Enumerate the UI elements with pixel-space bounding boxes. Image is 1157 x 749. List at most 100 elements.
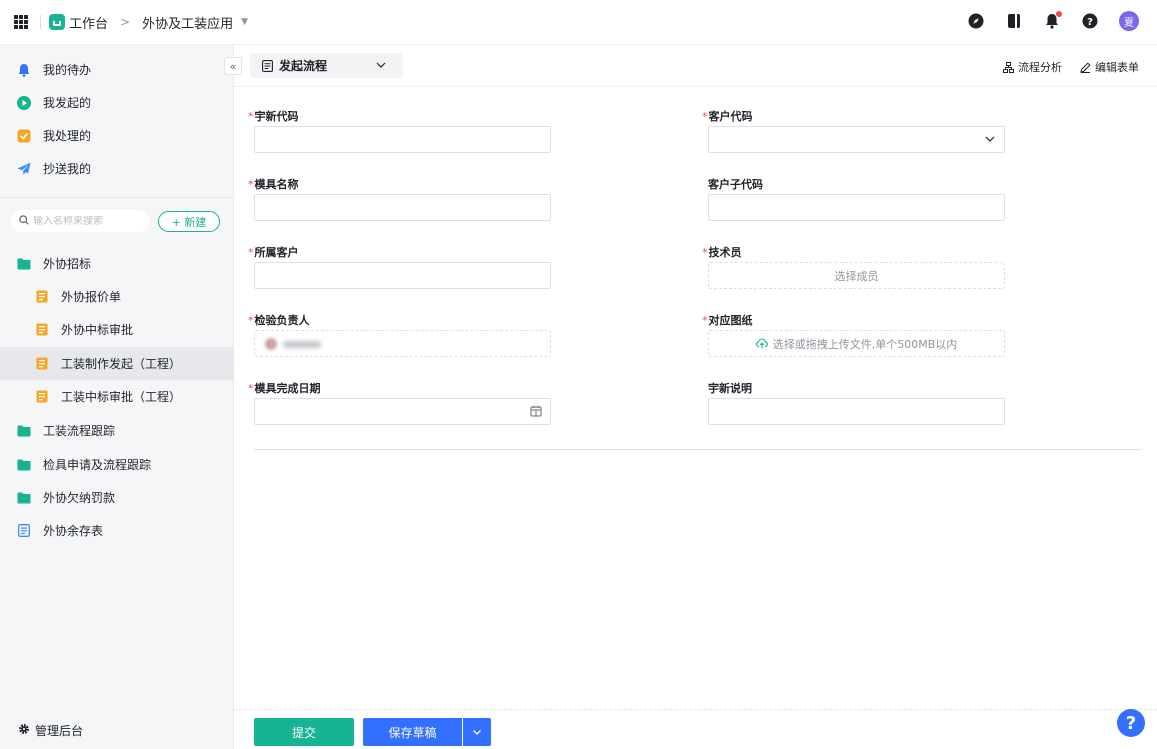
nav-group-gauge-tracking[interactable]: 检具申请及流程跟踪 bbox=[0, 448, 234, 481]
svg-text:?: ? bbox=[1087, 17, 1093, 28]
submit-button[interactable]: 提交 bbox=[254, 718, 354, 746]
flow-analysis-link[interactable]: 流程分析 bbox=[1003, 59, 1062, 75]
admin-console-link[interactable]: 管理后台 bbox=[18, 722, 83, 739]
sidebar-divider bbox=[0, 197, 233, 198]
caret-down-icon[interactable]: ▼ bbox=[241, 17, 248, 27]
nav-cc-to-me[interactable]: 抄送我的 bbox=[0, 152, 234, 185]
nav-label: 工装流程跟踪 bbox=[43, 424, 116, 438]
customer-field[interactable] bbox=[254, 262, 551, 289]
nav-label: 外协报价单 bbox=[61, 290, 122, 304]
chevron-down-icon bbox=[471, 726, 483, 738]
nav-handled-by-me[interactable]: 我处理的 bbox=[0, 119, 234, 152]
admin-label: 管理后台 bbox=[35, 724, 84, 738]
label-text: 宇新代码 bbox=[254, 110, 299, 123]
customer-input[interactable] bbox=[255, 263, 550, 288]
mold-name-input[interactable] bbox=[255, 195, 550, 220]
flow-analysis-label: 流程分析 bbox=[1018, 61, 1062, 74]
nav-group-tooling-tracking[interactable]: 工装流程跟踪 bbox=[0, 414, 234, 447]
member-chip[interactable] bbox=[265, 338, 321, 350]
calendar-icon[interactable] bbox=[530, 405, 542, 420]
notification-dot bbox=[1056, 11, 1062, 17]
search-input[interactable] bbox=[33, 215, 143, 227]
search-icon bbox=[19, 214, 29, 228]
technician-member-picker[interactable]: 选择成员 bbox=[708, 262, 1005, 289]
drawing-upload-area[interactable]: 选择或拖拽上传文件,单个500MB以内 bbox=[708, 330, 1005, 357]
form-toolbar: 发起流程 流程分析 编辑表单 bbox=[234, 45, 1157, 87]
org-chart-icon bbox=[1003, 61, 1014, 73]
required-mark: * bbox=[248, 246, 254, 259]
compass-icon[interactable] bbox=[967, 12, 985, 30]
yuxin-desc-field[interactable] bbox=[708, 398, 1005, 425]
save-draft-button[interactable]: 保存草稿 bbox=[363, 718, 462, 746]
label-customer-code: *客户代码 bbox=[702, 108, 753, 124]
mold-name-field[interactable] bbox=[254, 194, 551, 221]
action-bar: 提交 保存草稿 bbox=[234, 709, 1157, 749]
nav-label: 我发起的 bbox=[43, 96, 92, 110]
edit-form-label: 编辑表单 bbox=[1095, 61, 1139, 74]
form-icon bbox=[35, 357, 49, 371]
nav-outsource-inventory-report[interactable]: 外协余存表 bbox=[0, 514, 234, 547]
form-divider bbox=[254, 449, 1141, 450]
book-icon[interactable] bbox=[1005, 12, 1023, 30]
label-text: 对应图纸 bbox=[708, 314, 753, 327]
nav-outsource-award-approval[interactable]: 外协中标审批 bbox=[0, 313, 234, 346]
breadcrumb-workbench[interactable]: 工作台 bbox=[69, 13, 108, 32]
nav-group-outsource-bidding[interactable]: 外协招标 bbox=[0, 247, 234, 280]
new-button[interactable]: + 新建 bbox=[158, 211, 220, 232]
label-text: 客户代码 bbox=[708, 110, 753, 123]
send-icon bbox=[17, 162, 31, 176]
yuxin-code-field[interactable] bbox=[254, 126, 551, 153]
label-text: 模具名称 bbox=[254, 178, 299, 191]
notification-bell-icon[interactable] bbox=[1043, 11, 1062, 30]
sidebar-search[interactable] bbox=[11, 210, 149, 232]
breadcrumb-app-title[interactable]: 外协及工装应用 bbox=[142, 13, 233, 32]
nav-group-outsource-penalty[interactable]: 外协欠纳罚款 bbox=[0, 481, 234, 514]
initiate-flow-dropdown[interactable]: 发起流程 bbox=[250, 53, 403, 78]
label-customer: *所属客户 bbox=[248, 244, 299, 260]
label-technician: *技术员 bbox=[702, 244, 742, 260]
nav-label: 工装制作发起（工程） bbox=[61, 357, 182, 371]
folder-icon bbox=[17, 458, 31, 472]
label-inspector: *检验负责人 bbox=[248, 312, 310, 328]
label-yuxin-code: *宇新代码 bbox=[248, 108, 299, 124]
upload-placeholder: 选择或拖拽上传文件,单个500MB以内 bbox=[772, 337, 958, 351]
required-mark: * bbox=[248, 314, 254, 327]
check-icon bbox=[17, 129, 31, 143]
nav-tooling-initiate-engineering[interactable]: 工装制作发起（工程） bbox=[0, 347, 234, 380]
document-icon bbox=[262, 59, 273, 72]
required-mark: * bbox=[248, 110, 254, 123]
nav-tooling-award-approval-engineering[interactable]: 工装中标审批（工程） bbox=[0, 380, 234, 413]
edit-form-link[interactable]: 编辑表单 bbox=[1080, 59, 1139, 75]
nav-outsource-quotation[interactable]: 外协报价单 bbox=[0, 280, 234, 313]
nav-label: 外协欠纳罚款 bbox=[43, 491, 116, 505]
finish-date-picker[interactable] bbox=[254, 398, 551, 425]
customer-sub-code-field[interactable] bbox=[708, 194, 1005, 221]
customer-code-select[interactable] bbox=[708, 126, 1005, 153]
collapse-sidebar-button[interactable]: « bbox=[224, 57, 242, 75]
nav-my-todo[interactable]: 我的待办 bbox=[0, 53, 234, 86]
help-float-button[interactable]: ? bbox=[1117, 709, 1145, 737]
finish-date-input[interactable] bbox=[255, 399, 550, 424]
user-avatar[interactable]: 夏 bbox=[1119, 11, 1139, 31]
member-name-redacted bbox=[283, 340, 321, 348]
top-right-actions: ? 夏 bbox=[967, 11, 1139, 31]
top-bar: 工作台 > 外协及工装应用 ▼ ? 夏 bbox=[0, 0, 1157, 45]
nav-label: 检具申请及流程跟踪 bbox=[43, 458, 152, 472]
customer-sub-code-input[interactable] bbox=[709, 195, 1004, 220]
nav-label: 抄送我的 bbox=[43, 162, 92, 176]
app-grid-icon[interactable] bbox=[14, 15, 28, 29]
pencil-icon bbox=[1080, 61, 1091, 73]
form-icon bbox=[35, 290, 49, 304]
required-mark: * bbox=[248, 178, 254, 191]
yuxin-code-input[interactable] bbox=[255, 127, 550, 152]
label-text: 检验负责人 bbox=[254, 314, 310, 327]
required-mark: * bbox=[248, 382, 254, 395]
play-icon bbox=[17, 95, 31, 110]
save-draft-more-button[interactable] bbox=[463, 718, 491, 746]
yuxin-desc-input[interactable] bbox=[709, 399, 1004, 424]
help-icon[interactable]: ? bbox=[1081, 12, 1099, 30]
nav-initiated-by-me[interactable]: 我发起的 bbox=[0, 86, 234, 119]
flow-label: 发起流程 bbox=[279, 59, 328, 73]
report-icon bbox=[17, 524, 31, 538]
inspector-member-picker[interactable] bbox=[254, 330, 551, 357]
